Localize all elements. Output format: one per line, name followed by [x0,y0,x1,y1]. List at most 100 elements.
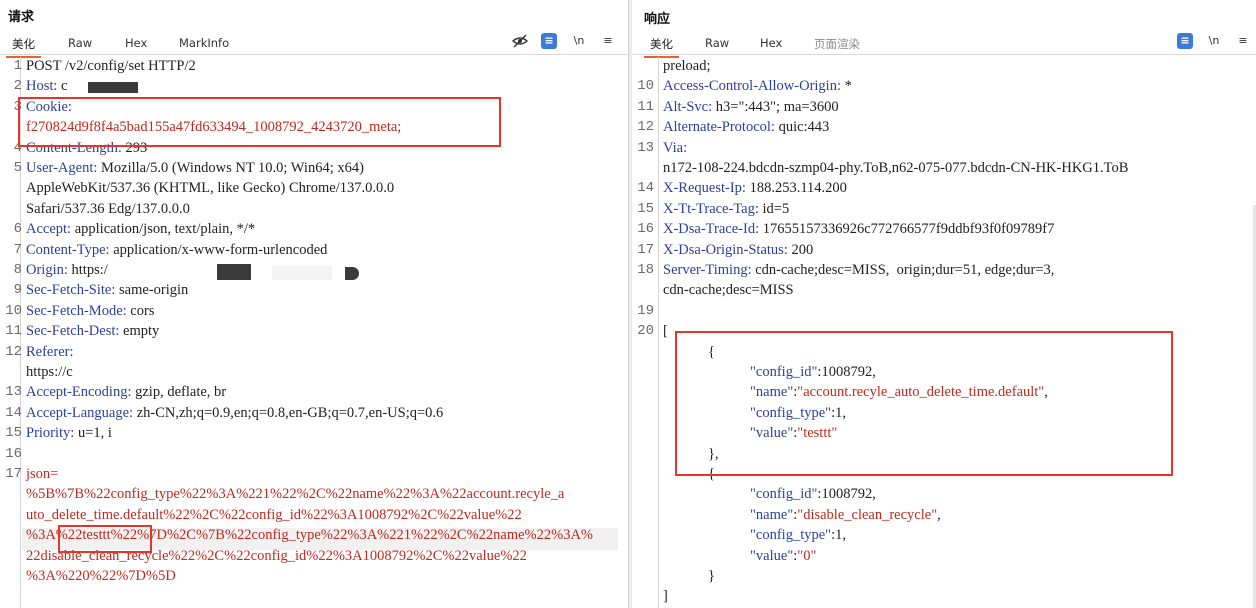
line-number: 1 [13,58,22,74]
header-name: Alternate-Protocol: [663,119,775,136]
redaction [345,267,359,280]
json-comma: , [842,404,847,421]
body-text: uto_delete_time.default%22%2C%22config_i… [26,506,522,523]
redaction [88,82,138,93]
code-line: Alternate-Protocol: quic:443 [663,119,829,136]
json-line: "config_type":1, [750,527,846,544]
header-name: Host: [26,78,58,95]
line-number: 19 [637,302,654,319]
request-title: 请求 [8,10,35,25]
header-value: application/json, text/plain, */* [71,221,256,238]
header-value: cdn-cache;desc=MISS, origin;dur=51, edge… [751,262,1055,278]
request-tab-markinfo[interactable]: MarkInfo [179,36,229,50]
header-name: Origin: [26,262,68,278]
header-value: 17655157336926c772766577f9ddbf93f0f09789… [759,221,1055,238]
json-key: "name" [750,506,794,523]
menu-icon[interactable]: ≡ [600,33,616,49]
request-pane: 请求 美化 Raw Hex MarkInfo ≡ \n ≡ 1 POST /v2/… [0,0,628,608]
body-text: %3A%220%22%7D%5D [26,568,176,584]
json-highlight-box [675,331,1173,476]
json-number: 1008792 [821,364,873,380]
line-number: 13 [5,384,22,401]
json-line: }, [708,446,719,463]
header-value: application/x-www-form-urlencoded [109,241,328,258]
header-value: quic:443 [774,119,830,136]
json-comma: , [842,527,847,544]
header-value: https:/ [67,262,108,278]
line-number: 2 [13,78,22,95]
code-line: [ [663,323,668,340]
response-tab-hex[interactable]: Hex [760,36,782,50]
json-key: "config_type" [750,527,832,544]
json-comma: , [872,486,876,503]
json-bracket: { [708,343,715,360]
line-number: 12 [5,343,22,360]
header-name: Priority: [26,425,75,442]
header-name: Sec-Fetch-Dest: [26,323,120,340]
code-line: Host: c [26,78,67,95]
code-line: %3A%22testtt%22%7D%2C%7B%22config_type%2… [26,527,593,544]
header-name: Referer: [26,343,74,360]
menu-icon[interactable]: ≡ [1235,33,1251,49]
code-line: %3A%220%22%7D%5D [26,568,176,585]
header-value: 200 [787,241,814,258]
code-line: Server-Timing: cdn-cache;desc=MISS, orig… [663,262,1054,279]
line-number: 17 [637,241,654,258]
json-string: "disable_clean_recycle" [797,506,938,523]
header-value: h3=":443"; ma=3600 [712,98,839,115]
hide-icon[interactable] [512,33,528,49]
json-line: "name":"disable_clean_recycle", [750,507,941,524]
json-line: "value":"0" [750,548,816,565]
newline-icon[interactable]: \n [1206,33,1222,49]
header-value: cdn-cache;desc=MISS [663,282,794,299]
header-name: Sec-Fetch-Site: [26,282,116,299]
response-tab-render[interactable]: 页面渲染 [814,36,860,52]
header-value: n172-108-224.bdcdn-szmp04-phy.ToB,n62-07… [663,160,1129,176]
wrap-icon[interactable]: ≡ [541,33,557,49]
redaction-mask [272,266,332,280]
code-line: Via: [663,140,687,157]
line-number: 13 [637,139,654,156]
redaction [217,264,251,280]
line-number: 6 [13,221,22,238]
json-bracket: }, [708,445,719,462]
line-number: 18 [637,262,654,278]
wrap-icon[interactable]: ≡ [1177,33,1193,49]
json-line: { [708,344,715,361]
newline-icon[interactable]: \n [571,33,587,49]
code-line: Priority: u=1, i [26,425,112,442]
header-value: gzip, deflate, br [131,384,227,401]
header-value: AppleWebKit/537.36 (KHTML, like Gecko) C… [26,180,395,197]
line-number: 5 [13,160,22,176]
line-number: 4 [13,139,22,156]
code-line: X-Request-Ip: 188.253.114.200 [663,180,847,197]
header-name: X-Request-Ip: [663,180,746,197]
code-line: Accept: application/json, text/plain, */… [26,221,255,238]
response-gutter [658,57,659,608]
response-tab-pretty[interactable]: 美化 [644,36,679,58]
line-number: 20 [637,323,654,340]
header-value: 293 [121,139,148,156]
code-line: n172-108-224.bdcdn-szmp04-phy.ToB,n62-07… [663,160,1128,177]
json-bracket: ] [663,588,668,605]
code-line: Content-Length: 293 [26,140,147,157]
header-name: Access-Control-Allow-Origin: [663,78,841,95]
header-name: Via: [663,139,688,156]
json-key: "value" [750,547,794,564]
line-number: 17 [5,466,22,482]
header-name: X-Dsa-Origin-Status: [663,241,788,258]
json-line: "config_type":1, [750,405,846,422]
json-bracket: { [708,466,715,482]
request-tab-raw[interactable]: Raw [68,36,92,50]
request-tab-hex[interactable]: Hex [125,36,147,50]
response-tab-raw[interactable]: Raw [705,36,729,50]
code-line: 22disable_clean_recycle%22%2C%22config_i… [26,548,527,565]
header-name: Accept: [26,221,72,238]
request-tab-pretty[interactable]: 美化 [6,36,41,58]
header-name: User-Agent: [26,160,98,176]
json-key: "config_type" [750,404,832,421]
line-number: 10 [5,302,22,319]
json-line: "config_id":1008792, [750,486,876,503]
header-name: X-Dsa-Trace-Id: [663,221,760,238]
header-value: c [57,78,68,95]
